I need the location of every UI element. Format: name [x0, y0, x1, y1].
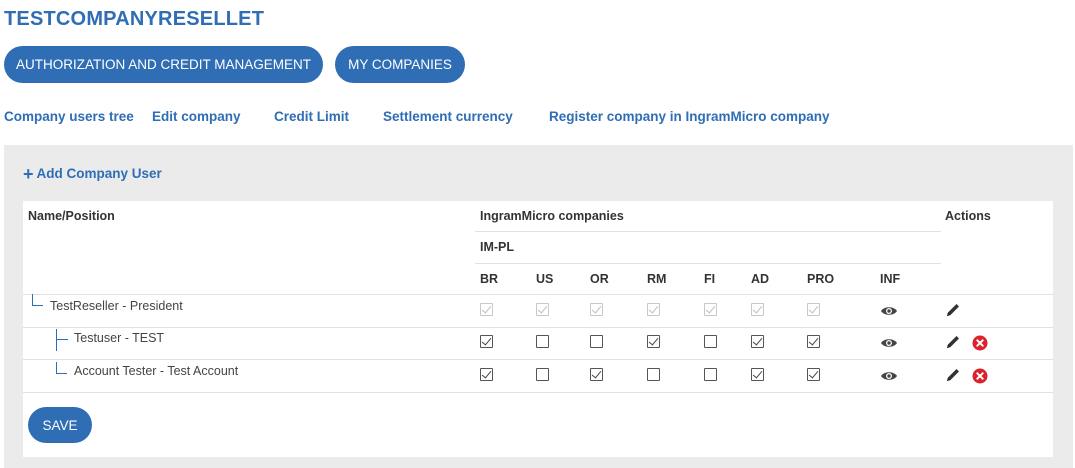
checkbox-br[interactable] [480, 335, 493, 348]
pencil-icon[interactable] [945, 367, 961, 388]
plus-icon: + [23, 163, 34, 184]
subheader-inf: INF [880, 272, 901, 286]
authorization-credit-button[interactable]: AUTHORIZATION AND CREDIT MANAGEMENT [4, 46, 323, 83]
tree-connector [56, 329, 68, 351]
user-name-position: Testuser - TEST [74, 331, 165, 345]
subheader-fi: FI [704, 272, 716, 286]
checkbox-br[interactable] [480, 368, 493, 381]
checkbox-us[interactable] [536, 335, 549, 348]
header-actions: Actions [945, 209, 991, 223]
checkbox-us[interactable] [536, 368, 549, 381]
checkbox-fi [704, 303, 717, 316]
link-register-company[interactable]: Register company in IngramMicro company [549, 109, 830, 124]
tree-connector [56, 362, 67, 374]
subheader-or: OR [590, 272, 609, 286]
user-name-position: TestReseller - President [50, 299, 183, 313]
eye-icon[interactable] [880, 369, 898, 387]
checkbox-or[interactable] [590, 335, 603, 348]
header-name-position: Name/Position [28, 209, 115, 223]
checkbox-rm [647, 303, 660, 316]
users-table: Name/Position IngramMicro companies Acti… [23, 201, 1053, 457]
checkbox-fi[interactable] [704, 335, 717, 348]
row-divider [23, 392, 1053, 393]
page-title: TESTCOMPANYRESELLET [4, 8, 265, 30]
add-company-user-button[interactable]: + Add Company User [23, 163, 162, 184]
checkbox-ad[interactable] [751, 368, 764, 381]
header-company-im-pl: IM-PL [480, 240, 515, 254]
eye-icon[interactable] [880, 336, 898, 354]
pencil-icon[interactable] [945, 302, 961, 323]
checkbox-pro [807, 303, 820, 316]
checkbox-or [590, 303, 603, 316]
delete-icon[interactable] [972, 335, 988, 356]
checkbox-ad[interactable] [751, 335, 764, 348]
delete-icon[interactable] [972, 368, 988, 389]
subheader-br: BR [480, 272, 499, 286]
checkbox-rm[interactable] [647, 368, 660, 381]
link-credit-limit[interactable]: Credit Limit [274, 109, 349, 124]
header-divider [475, 263, 941, 264]
subheader-ad: AD [751, 272, 770, 286]
subheader-rm: RM [647, 272, 667, 286]
checkbox-pro[interactable] [807, 368, 820, 381]
subheader-us: US [536, 272, 554, 286]
row-divider [23, 327, 1053, 328]
tree-connector [32, 294, 43, 306]
user-name-position: Account Tester - Test Account [74, 364, 239, 378]
link-edit-company[interactable]: Edit company [152, 109, 241, 124]
save-button[interactable]: SAVE [28, 407, 92, 443]
header-ingrammicro-companies: IngramMicro companies [480, 209, 624, 223]
checkbox-pro[interactable] [807, 335, 820, 348]
my-companies-button[interactable]: MY COMPANIES [335, 46, 465, 83]
checkbox-br [480, 303, 493, 316]
row-divider [23, 359, 1053, 360]
eye-icon[interactable] [880, 304, 898, 322]
checkbox-ad [751, 303, 764, 316]
checkbox-rm[interactable] [647, 335, 660, 348]
link-company-users-tree[interactable]: Company users tree [4, 109, 134, 124]
checkbox-fi[interactable] [704, 368, 717, 381]
checkbox-us [536, 303, 549, 316]
header-divider [475, 231, 941, 232]
link-settlement-currency[interactable]: Settlement currency [383, 109, 513, 124]
add-company-user-label: Add Company User [36, 166, 162, 181]
subheader-pro: PRO [807, 272, 835, 286]
checkbox-or[interactable] [590, 368, 603, 381]
pencil-icon[interactable] [945, 334, 961, 355]
users-panel: + Add Company User Name/Position IngramM… [4, 145, 1073, 468]
header-bottom-divider [23, 294, 1053, 295]
